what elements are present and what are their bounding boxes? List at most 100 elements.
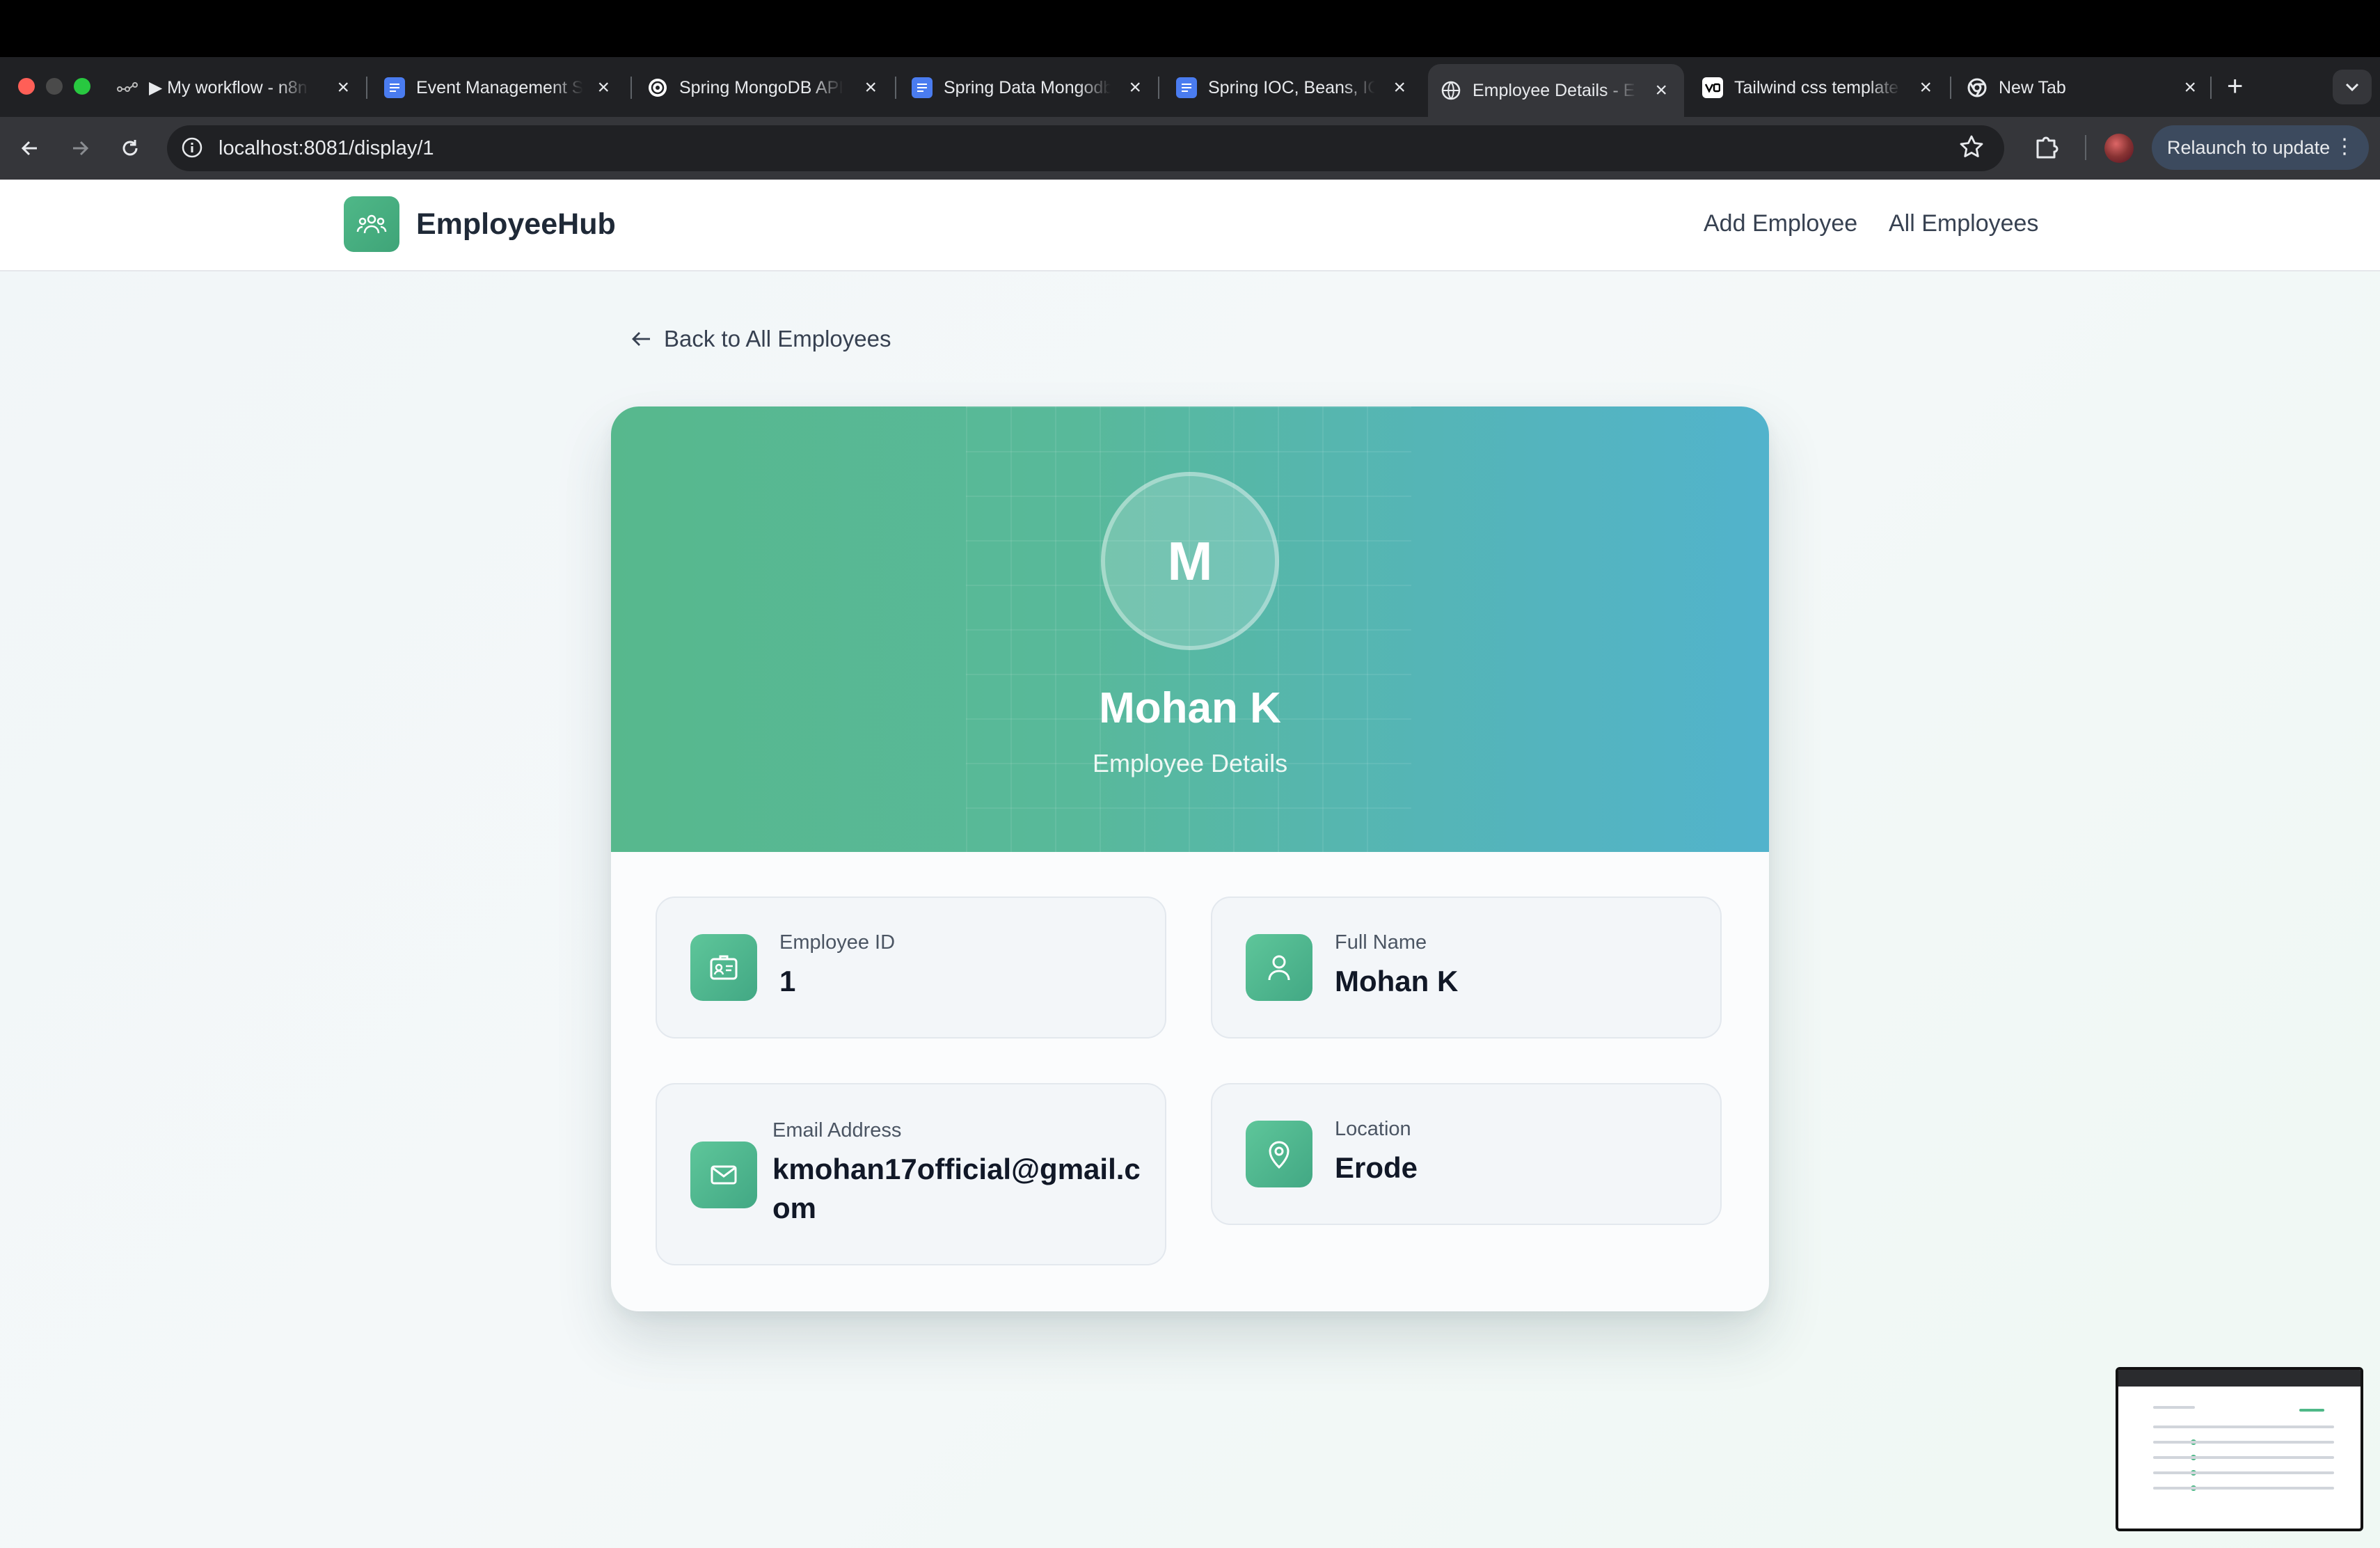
maximize-window-button[interactable]: [74, 78, 90, 95]
tab-spring-mongodb-api[interactable]: Spring MongoDB API ×: [647, 68, 881, 107]
arrow-right-icon: [73, 141, 89, 156]
close-tab-icon[interactable]: ×: [864, 76, 877, 100]
tab-separator: [2210, 77, 2212, 99]
google-docs-icon: [1176, 77, 1197, 98]
field-value-line2: om: [772, 1192, 816, 1224]
brand-name[interactable]: EmployeeHub: [416, 207, 616, 242]
thumbnail-line: [2153, 1425, 2334, 1428]
field-label: Full Name: [1335, 931, 1427, 954]
tab-tailwind-template[interactable]: Tailwind css template ×: [1702, 68, 1936, 107]
page-subtitle: Employee Details: [1092, 749, 1288, 777]
employee-card: M Mohan K Employee Details Employee ID 1…: [611, 406, 1769, 1311]
close-tab-icon[interactable]: ×: [2184, 76, 2196, 100]
close-tab-icon[interactable]: ×: [1655, 79, 1667, 102]
more-menu-icon[interactable]: ⋮: [2334, 135, 2355, 159]
tab-new-tab[interactable]: New Tab ×: [1967, 68, 2200, 107]
thumbnail-line: [2153, 1456, 2334, 1459]
nav-all-employees[interactable]: All Employees: [1889, 210, 2038, 237]
minimize-window-button[interactable]: [46, 78, 63, 95]
forward-button[interactable]: [63, 131, 97, 166]
address-bar[interactable]: [167, 125, 2004, 171]
map-pin-icon: [1246, 1121, 1312, 1187]
full-name-card: Full Name Mohan K: [1211, 897, 1722, 1038]
tab-employee-details[interactable]: Employee Details - E ×: [1428, 64, 1684, 117]
location-card: Location Erode: [1211, 1083, 1722, 1225]
user-icon: [1246, 934, 1312, 1001]
avatar: M: [1101, 472, 1279, 650]
toolbar-separator: [2085, 135, 2086, 160]
tab-spring-data-mongodb[interactable]: Spring Data Mongodb ×: [912, 68, 1145, 107]
tab-title: Spring MongoDB API: [679, 77, 843, 97]
arrow-left-icon: [632, 332, 650, 346]
field-label: Location: [1335, 1118, 1411, 1140]
tab-search-button[interactable]: [2333, 70, 2372, 104]
os-menu-bar: [0, 0, 2380, 57]
site-info-icon[interactable]: [180, 135, 205, 160]
id-card-icon: [690, 934, 757, 1001]
tab-separator: [1158, 77, 1159, 99]
chrome-icon: [1967, 77, 1988, 98]
field-value-line1: kmohan17official@gmail.c: [772, 1153, 1141, 1185]
tab-title: Event Management S: [416, 77, 583, 97]
google-docs-icon: [384, 77, 405, 98]
tab-title: New Tab: [1999, 77, 2066, 97]
profile-avatar[interactable]: [2104, 134, 2134, 163]
tab-title: Employee Details - E: [1473, 80, 1635, 100]
close-tab-icon[interactable]: ×: [1393, 76, 1406, 100]
back-link-label: Back to All Employees: [664, 326, 891, 352]
field-value: Mohan K: [1335, 965, 1459, 997]
tab-my-workflow[interactable]: ▶ My workflow - n8n ×: [117, 68, 354, 107]
tab-title: Spring IOC, Beans, IOC: [1208, 77, 1375, 97]
thumbnail-line: [2153, 1487, 2334, 1490]
relaunch-label: Relaunch to update: [2167, 136, 2331, 158]
tab-title: Spring Data Mongodb: [944, 77, 1111, 97]
chevron-down-icon: [2345, 83, 2359, 92]
v0-icon: [1702, 77, 1723, 98]
app-navbar: EmployeeHub Add Employee All Employees: [0, 180, 2380, 271]
close-tab-icon[interactable]: ×: [337, 76, 349, 100]
thumbnail-line: [2299, 1409, 2324, 1412]
tab-separator: [1950, 77, 1951, 99]
field-label: Employee ID: [779, 931, 896, 954]
globe-icon: [1441, 80, 1461, 101]
tab-spring-ioc[interactable]: Spring IOC, Beans, IOC ×: [1176, 68, 1410, 107]
back-button[interactable]: [13, 131, 47, 166]
users-group-icon[interactable]: [344, 196, 399, 252]
mail-icon: [690, 1142, 757, 1208]
page-viewport: EmployeeHub Add Employee All Employees B…: [0, 180, 2380, 1548]
reload-icon: [122, 140, 138, 156]
tab-event-management[interactable]: Event Management S ×: [384, 68, 614, 107]
field-label: Email Address: [772, 1119, 902, 1142]
google-docs-icon: [912, 77, 933, 98]
arrow-left-icon: [21, 141, 37, 156]
n8n-workflow-icon: [117, 77, 138, 98]
nav-add-employee[interactable]: Add Employee: [1704, 210, 1857, 237]
reload-button[interactable]: [113, 131, 148, 166]
url-text[interactable]: localhost:8081/display/1: [219, 135, 434, 161]
email-card: Email Address kmohan17official@gmail.c o…: [656, 1083, 1166, 1265]
tab-separator: [895, 77, 896, 99]
extensions-puzzle-icon[interactable]: [2031, 131, 2063, 163]
thumbnail-line: [2153, 1471, 2334, 1474]
thumbnail-chrome: [2118, 1370, 2361, 1387]
tab-title: ▶ My workflow - n8n: [149, 78, 308, 97]
relaunch-button[interactable]: Relaunch to update ⋮: [2152, 125, 2369, 170]
field-value: 1: [779, 965, 796, 997]
employee-name-heading: Mohan K: [1099, 684, 1281, 732]
back-to-all-link[interactable]: Back to All Employees: [630, 326, 891, 352]
close-window-button[interactable]: [18, 78, 35, 95]
bookmark-star-icon[interactable]: [1957, 132, 1986, 161]
card-header: M Mohan K Employee Details: [611, 406, 1769, 852]
close-tab-icon[interactable]: ×: [597, 76, 610, 100]
tab-separator: [630, 77, 632, 99]
close-tab-icon[interactable]: ×: [1919, 76, 1932, 100]
employee-id-card: Employee ID 1: [656, 897, 1166, 1038]
screenshot-thumbnail[interactable]: [2116, 1367, 2363, 1531]
close-tab-icon[interactable]: ×: [1129, 76, 1141, 100]
thumbnail-line: [2153, 1406, 2195, 1409]
new-tab-button[interactable]: +: [2227, 70, 2243, 103]
openai-icon: [647, 77, 668, 98]
tab-title: Tailwind css template: [1734, 77, 1899, 97]
tab-separator: [366, 77, 367, 99]
thumbnail-line: [2153, 1441, 2334, 1444]
